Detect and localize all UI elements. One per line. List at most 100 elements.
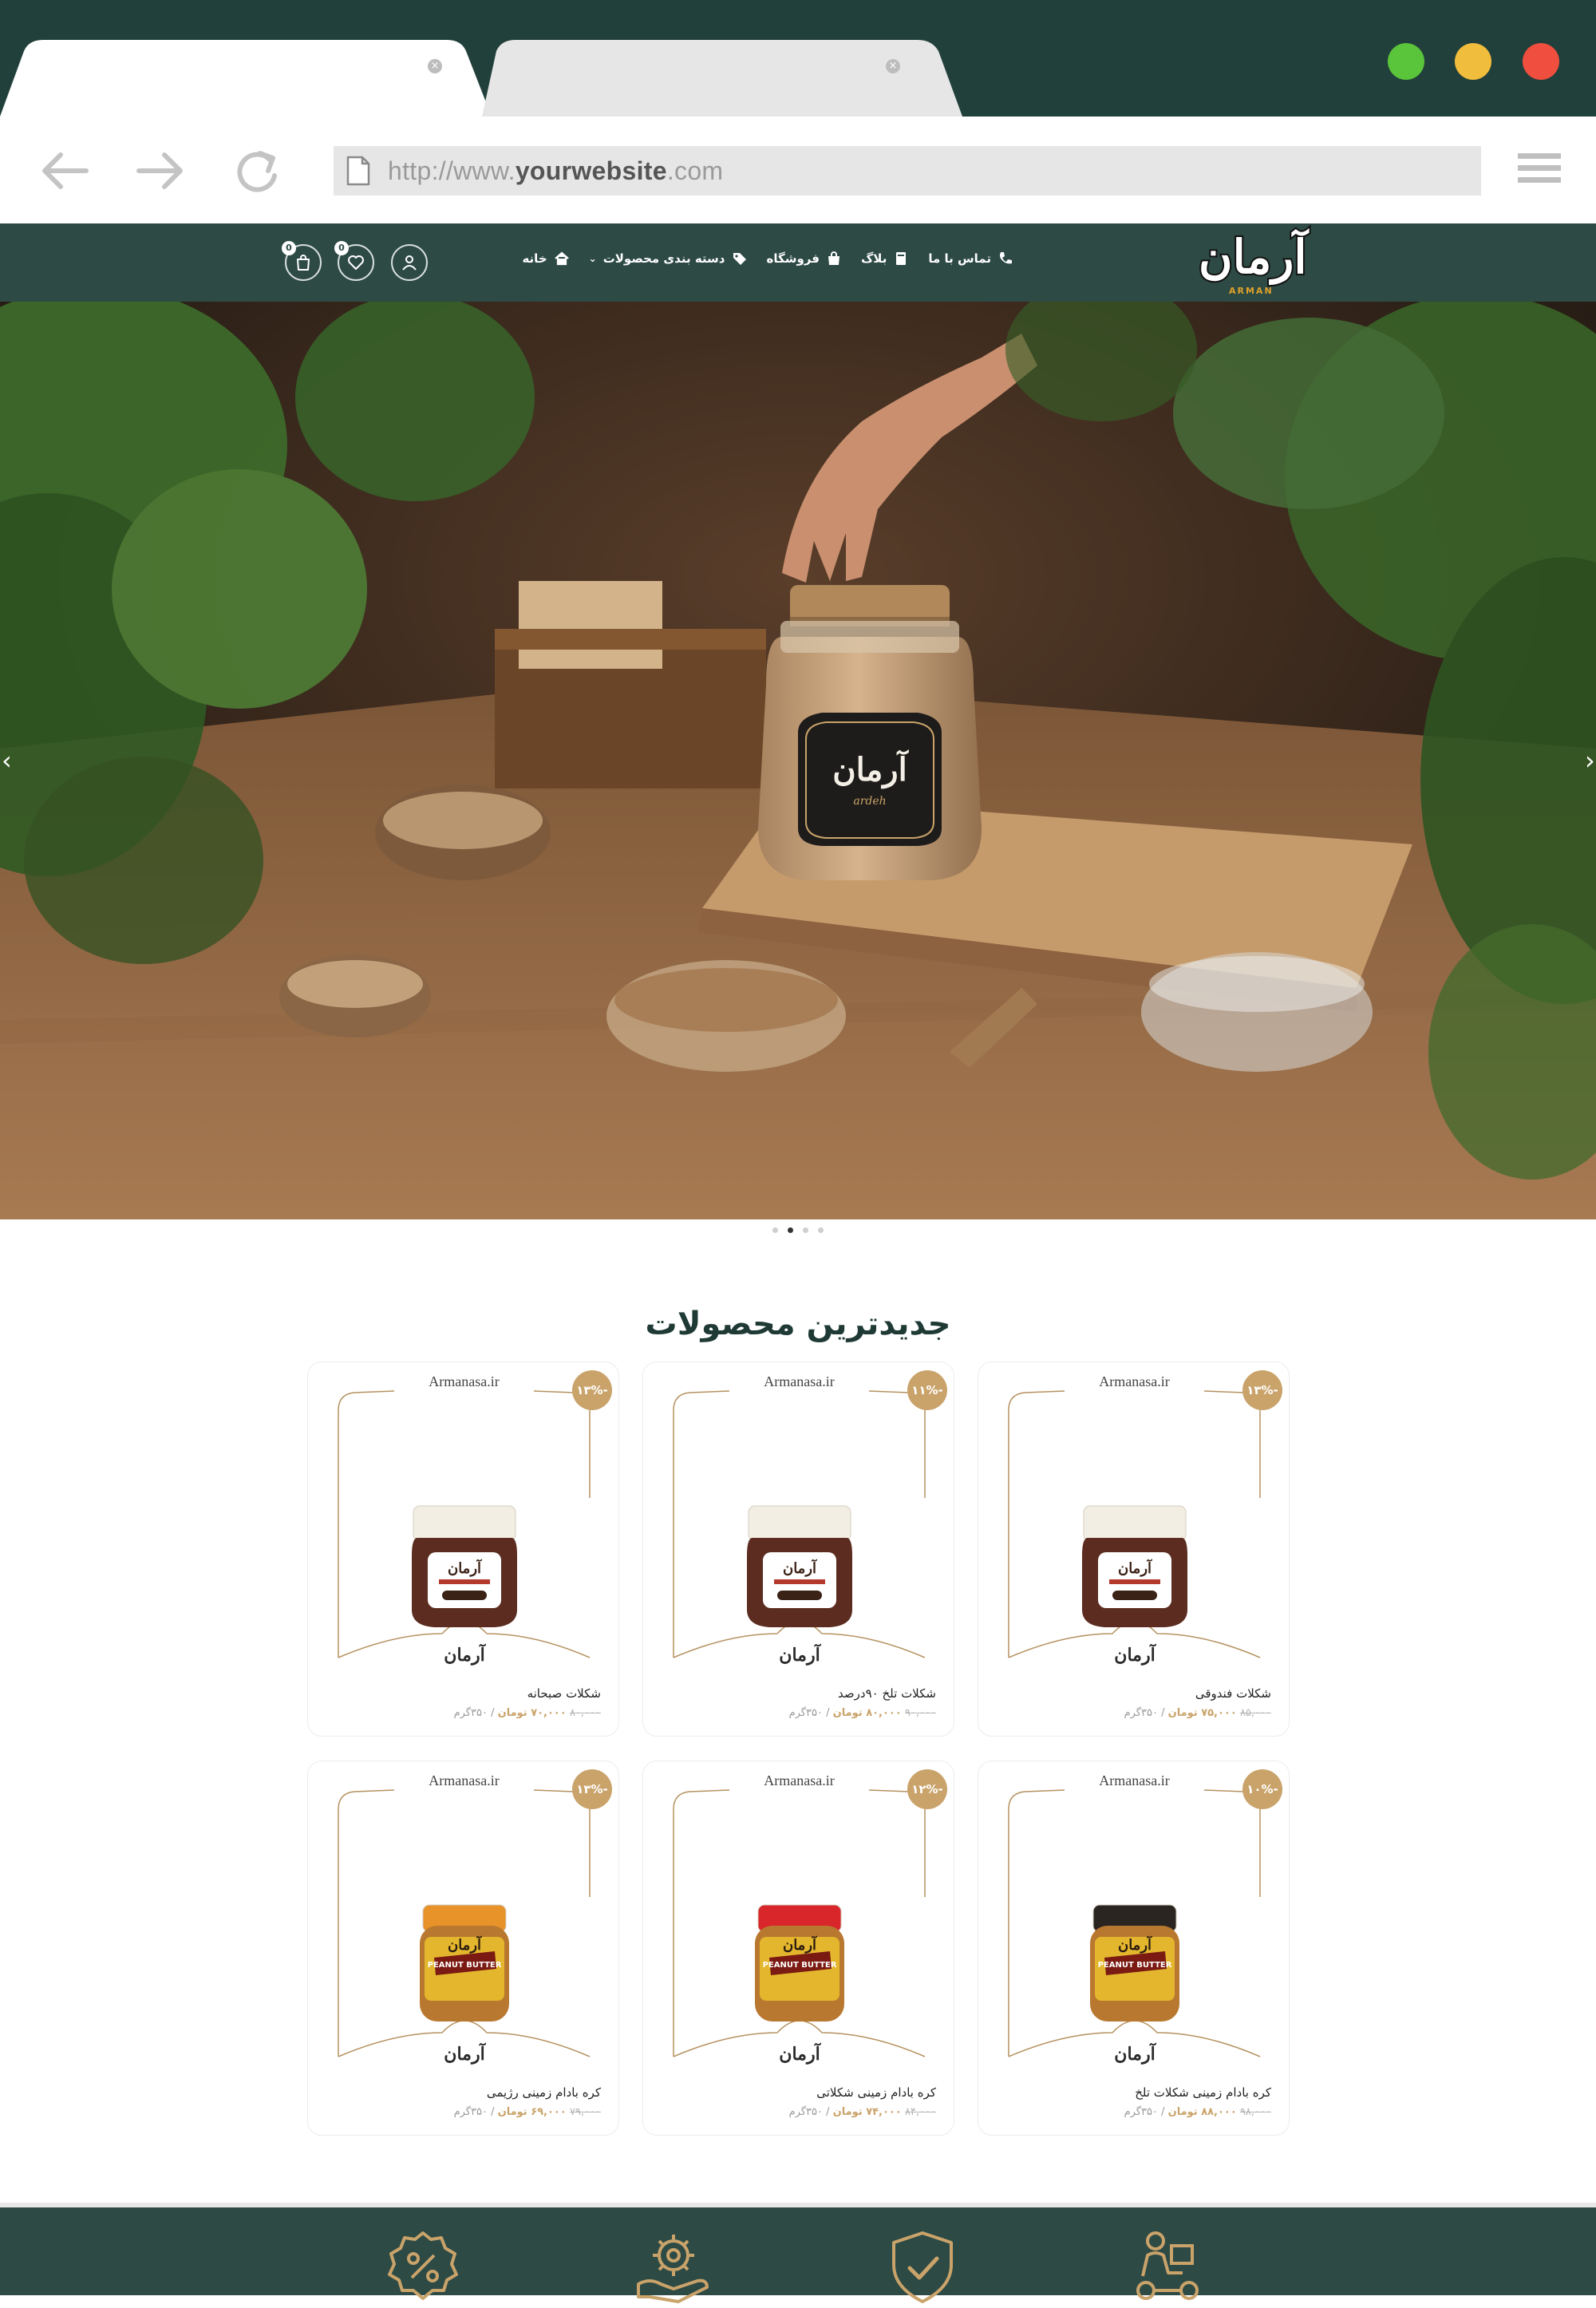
slider-dot[interactable] [803, 1227, 808, 1233]
hero-image: آرمان ardeh [0, 302, 1596, 1219]
svg-text:آرمان: آرمان [1114, 2042, 1156, 2065]
nav-categories[interactable]: دسته بندی محصولات ⌄ [589, 251, 748, 267]
svg-text:آرمان: آرمان [444, 1643, 486, 1666]
jar-sub-label: ardeh [853, 795, 886, 808]
product-name[interactable]: شکلات تلخ ۹۰درصد [838, 1686, 936, 1701]
nav-blog[interactable]: بلاگ [861, 251, 909, 267]
window-close-button[interactable] [1523, 43, 1559, 80]
nav-home[interactable]: خانه [522, 251, 569, 267]
support-gear-icon [634, 2228, 713, 2305]
browser-tab-active[interactable]: × [0, 40, 495, 117]
old-price: ۹۰,۰۰۰ [904, 1707, 936, 1719]
product-card[interactable]: PEANUT BUTTER آرمان آرمان Armanasa.ir -۱… [978, 1761, 1290, 2136]
forward-arrow-icon[interactable] [132, 148, 188, 193]
discount-badge: -۱۳% [1242, 1370, 1282, 1410]
browser-titlebar: × × [0, 0, 1596, 117]
cart-button[interactable]: 0 [282, 241, 322, 281]
svg-text:PEANUT BUTTER: PEANUT BUTTER [763, 1961, 837, 1970]
product-weight: / ۳۵۰گرم [1124, 1707, 1165, 1719]
new-price: ۸۸,۰۰۰ تومان [1167, 2106, 1237, 2118]
svg-text:آرمان: آرمان [779, 2042, 821, 2065]
page-document-icon [346, 156, 370, 186]
tag-icon [733, 253, 746, 265]
product-image[interactable]: PEANUT BUTTER آرمان آرمان [993, 1769, 1276, 2065]
svg-text:آرمان: آرمان [783, 1935, 818, 1954]
product-image[interactable]: آرمان آرمان [658, 1370, 941, 1666]
reload-icon[interactable] [230, 148, 286, 193]
window-maximize-button[interactable] [1388, 43, 1424, 80]
old-price: ۷۹,۰۰۰ [569, 2106, 601, 2118]
svg-text:آرمان: آرمان [1118, 1935, 1153, 1954]
product-image[interactable]: آرمان آرمان [993, 1370, 1276, 1666]
product-price: ۹۰,۰۰۰ ۸۰,۰۰۰ تومان / ۳۵۰گرم [789, 1707, 936, 1719]
svg-text:آرمان: آرمان [448, 1559, 483, 1577]
new-price: ۷۵,۰۰۰ تومان [1167, 1707, 1237, 1719]
product-name[interactable]: کره بادام زمینی شکلاتی [816, 2085, 936, 2100]
svg-text:PEANUT BUTTER: PEANUT BUTTER [428, 1961, 502, 1970]
product-image[interactable]: PEANUT BUTTER آرمان آرمان [322, 1769, 606, 2065]
heart-icon [348, 255, 364, 270]
nav-contact[interactable]: تماس با ما [928, 251, 1013, 267]
slider-prev-button[interactable]: ‹ [2, 745, 18, 777]
product-weight: / ۳۵۰گرم [1124, 2106, 1165, 2118]
browser-tab[interactable]: × [482, 40, 964, 117]
discount-badge: -۱۳% [572, 1370, 612, 1410]
user-icon [402, 255, 417, 271]
new-price: ۶۹,۰۰۰ تومان [497, 2106, 567, 2118]
product-name[interactable]: کره بادام زمینی رژیمی [487, 2085, 601, 2100]
product-image[interactable]: PEANUT BUTTER آرمان آرمان [658, 1769, 941, 2065]
product-name[interactable]: شکلات فندوقی [1195, 1686, 1271, 1701]
old-price: ۹۸,۰۰۰ [1239, 2106, 1271, 2118]
cart-count-badge: 0 [282, 241, 296, 255]
home-icon [554, 251, 569, 266]
discount-badge: -۱۳% [572, 1769, 612, 1809]
site-logo[interactable]: آرمان ARMAN [1194, 225, 1312, 300]
svg-text:آرمان: آرمان [783, 1559, 818, 1577]
discount-badge-icon [383, 2228, 463, 2305]
old-price: ۸۰,۰۰۰ [569, 1707, 601, 1719]
svg-text:آرمان: آرمان [1114, 1643, 1156, 1666]
product-weight: / ۳۵۰گرم [788, 1707, 830, 1719]
slider-next-button[interactable]: › [1585, 745, 1596, 777]
shield-check-icon [883, 2228, 962, 2305]
product-card[interactable]: PEANUT BUTTER آرمان آرمان Armanasa.ir -۱… [642, 1761, 954, 2136]
tab-close-icon[interactable]: × [428, 59, 442, 73]
product-weight: / ۳۵۰گرم [453, 1707, 495, 1719]
product-name[interactable]: کره بادام زمینی شکلات تلخ [1135, 2085, 1271, 2100]
nav-shop[interactable]: فروشگاه [767, 251, 842, 267]
product-grid: آرمان آرمان Armanasa.ir -۱۳% شکلات فندوق… [306, 1361, 1290, 2136]
url-text: http://www.yourwebsite.com [388, 156, 724, 185]
product-name[interactable]: شکلات صبحانه [527, 1686, 601, 1701]
slider-dot-active[interactable] [788, 1227, 793, 1233]
slider-dot[interactable] [772, 1227, 778, 1233]
svg-text:آرمان: آرمان [779, 1643, 821, 1666]
svg-text:آرمان: آرمان [1118, 1559, 1153, 1577]
address-bar[interactable]: http://www.yourwebsite.com [334, 146, 1481, 196]
product-weight: / ۳۵۰گرم [788, 2106, 830, 2118]
discount-badge: -۱۰% [1242, 1769, 1282, 1809]
product-price: ۸۰,۰۰۰ ۷۰,۰۰۰ تومان / ۳۵۰گرم [454, 1707, 601, 1719]
wishlist-button[interactable]: 0 [334, 241, 374, 281]
slider-dot[interactable] [818, 1227, 824, 1233]
tab-close-icon[interactable]: × [886, 59, 900, 73]
book-icon [896, 252, 907, 265]
product-card[interactable]: آرمان آرمان Armanasa.ir -۱۳% شکلات صبحان… [307, 1361, 619, 1737]
account-button[interactable] [391, 244, 428, 281]
product-image[interactable]: آرمان آرمان [322, 1370, 606, 1666]
new-price: ۷۴,۰۰۰ تومان [832, 2106, 902, 2118]
old-price: ۸۴,۰۰۰ [904, 2106, 936, 2118]
hero-slider[interactable]: آرمان ardeh ‹ › [0, 302, 1596, 1219]
bag-icon [828, 251, 839, 265]
product-price: ۸۵,۰۰۰ ۷۵,۰۰۰ تومان / ۳۵۰گرم [1124, 1707, 1271, 1719]
jar-brand-label: آرمان [832, 749, 909, 789]
product-card[interactable]: آرمان آرمان Armanasa.ir -۱۱% شکلات تلخ ۹… [642, 1361, 954, 1737]
back-arrow-icon[interactable] [37, 148, 93, 193]
product-card[interactable]: PEANUT BUTTER آرمان آرمان Armanasa.ir -۱… [307, 1761, 619, 2136]
wishlist-count-badge: 0 [334, 241, 349, 255]
delivery-courier-icon [1127, 2228, 1207, 2305]
svg-text:آرمان: آرمان [444, 2042, 486, 2065]
browser-menu-icon[interactable] [1518, 153, 1561, 188]
product-card[interactable]: آرمان آرمان Armanasa.ir -۱۳% شکلات فندوق… [978, 1361, 1290, 1737]
window-minimize-button[interactable] [1455, 43, 1491, 80]
discount-badge: -۱۱% [907, 1370, 947, 1410]
